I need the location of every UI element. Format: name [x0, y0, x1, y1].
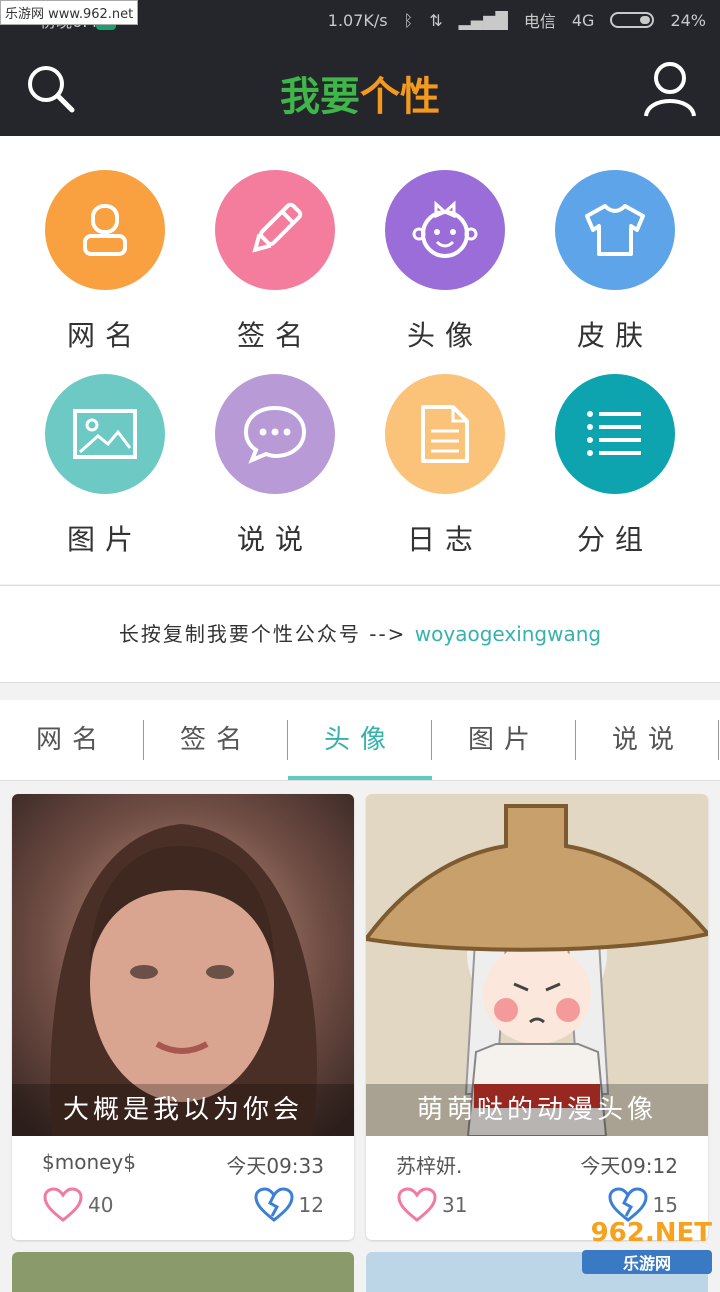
category-label: 分组	[576, 523, 653, 556]
card-caption: 萌萌哒的动漫头像	[366, 1084, 708, 1136]
data-arrows-icon: ⇅	[429, 10, 443, 30]
like-count: 31	[442, 1193, 468, 1217]
category-icon-circle	[215, 170, 335, 290]
app-title: 我要个性	[0, 64, 720, 122]
broken-heart-icon	[254, 1187, 294, 1222]
shirt-icon	[585, 204, 645, 256]
card-author[interactable]: $money$	[42, 1150, 136, 1174]
category-icon-circle	[45, 170, 165, 290]
category-icon-circle	[555, 374, 675, 494]
watermark-sub: 乐游网	[582, 1250, 712, 1274]
category-avatar[interactable]: 头像	[360, 170, 530, 354]
notice-text: 长按复制我要个性公众号 -->	[118, 622, 407, 646]
broken-heart-count: 12	[298, 1193, 324, 1217]
avatar-card-partial[interactable]	[12, 1252, 354, 1292]
user-icon[interactable]	[642, 58, 698, 118]
category-icon-circle	[555, 170, 675, 290]
network-type: 4G	[571, 10, 595, 30]
broken-heart-button[interactable]: 12	[253, 1186, 324, 1224]
category-skin[interactable]: 皮肤	[530, 170, 700, 354]
picture-icon	[73, 409, 137, 459]
category-talk[interactable]: 说说	[190, 374, 360, 558]
broken-heart-count: 15	[652, 1193, 678, 1217]
avatar-card[interactable]: 萌萌哒的动漫头像 苏梓妍. 今天09:12 31 15	[366, 794, 708, 1240]
battery-level: 24%	[670, 10, 706, 30]
category-label: 说说	[236, 523, 313, 556]
category-icon-circle	[385, 170, 505, 290]
chat-icon	[243, 405, 307, 464]
watermark-brand: 962.NET	[590, 1218, 712, 1248]
bluetooth-icon: ᛒ	[403, 10, 414, 30]
tab-avatar-label: 头像	[323, 725, 396, 755]
avatar-card[interactable]: 大概是我以为你会 $money$ 今天09:33 40 12	[12, 794, 354, 1240]
category-label: 日志	[406, 523, 483, 556]
title-part-orange: 个性	[360, 73, 440, 120]
like-button[interactable]: 31	[396, 1186, 467, 1224]
title-part-green: 我要	[280, 73, 360, 120]
tab-picture[interactable]: 图片	[432, 700, 576, 780]
category-picture[interactable]: 图片	[20, 374, 190, 558]
category-signature[interactable]: 签名	[190, 170, 360, 354]
like-count: 40	[88, 1193, 114, 1217]
category-diary[interactable]: 日志	[360, 374, 530, 558]
like-button[interactable]: 40	[42, 1186, 113, 1224]
battery-icon	[610, 12, 655, 28]
category-label: 头像	[406, 319, 483, 352]
category-label: 图片	[66, 523, 143, 556]
card-caption: 大概是我以为你会	[12, 1084, 354, 1136]
card-author[interactable]: 苏梓妍.	[396, 1150, 462, 1179]
tab-talk[interactable]: 说说	[576, 700, 720, 780]
card-time: 今天09:12	[580, 1154, 678, 1178]
status-right: 1.07K/s ᛒ ⇅ ▂▄▆█ 电信 4G 24%	[328, 8, 706, 32]
category-label: 签名	[236, 319, 313, 352]
document-icon	[421, 405, 469, 463]
card-stats: 40 12	[42, 1186, 324, 1226]
card-meta: 苏梓妍. 今天09:12	[396, 1150, 678, 1180]
category-icon-circle	[385, 374, 505, 494]
category-panel: 网名 签名 头像 皮肤 图片 说说 日志 分组	[0, 136, 720, 584]
heart-icon	[43, 1187, 83, 1222]
wechat-handle[interactable]: woyaogexingwang	[415, 622, 601, 646]
signal-icon: ▂▄▆█	[458, 10, 508, 30]
card-time: 今天09:33	[226, 1154, 324, 1178]
tab-divider	[718, 720, 719, 760]
category-icon-circle	[215, 374, 335, 494]
tab-nickname[interactable]: 网名	[0, 700, 144, 780]
tab-signature[interactable]: 签名	[144, 700, 288, 780]
tab-avatar[interactable]: 头像	[288, 700, 432, 780]
pen-icon	[252, 202, 303, 253]
watermark-top: 乐游网 www.962.net	[0, 0, 139, 25]
card-meta: $money$ 今天09:33	[42, 1150, 324, 1180]
active-tab-underline	[288, 776, 432, 780]
face-icon	[412, 200, 478, 258]
category-label: 皮肤	[576, 319, 653, 352]
heart-icon	[397, 1187, 437, 1222]
category-label: 网名	[66, 319, 143, 352]
category-icon-circle	[45, 374, 165, 494]
category-nickname[interactable]: 网名	[20, 170, 190, 354]
network-speed: 1.07K/s	[327, 10, 388, 30]
top-bar: 我要个性	[0, 40, 720, 136]
wechat-account-notice[interactable]: 长按复制我要个性公众号 --> woyaogexingwang	[0, 585, 720, 683]
person-icon	[83, 204, 127, 256]
list-icon	[587, 411, 641, 456]
watermark-bottom: 962.NET 乐游网	[582, 1218, 712, 1274]
category-group[interactable]: 分组	[530, 374, 700, 558]
carrier: 电信	[523, 12, 556, 31]
content-tab-bar: 网名 签名 头像 图片 说说	[0, 700, 720, 781]
